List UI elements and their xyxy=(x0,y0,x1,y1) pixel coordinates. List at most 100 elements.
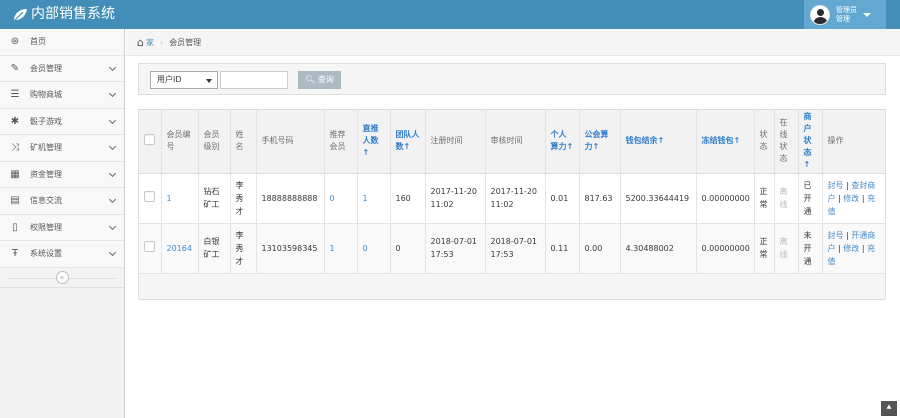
column-header: 姓名 xyxy=(230,110,257,174)
account-status: 正常 xyxy=(754,173,775,224)
home-icon[interactable]: ⌂ xyxy=(137,36,144,49)
search-panel: 用户ID 🔍︎ 查询 xyxy=(138,63,886,95)
search-icon: 🔍︎ xyxy=(305,75,316,84)
column-header: 状态 xyxy=(754,110,775,174)
column-header[interactable]: 钱包结余↑ xyxy=(620,110,697,174)
table-header-row: 会员编号 会员级别 姓名 手机号码 推荐会员 直推人数↑ 团队人数↑ 注册时间 审核时间 个人算力… xyxy=(139,110,885,174)
team-count: 0 xyxy=(390,223,426,274)
calendar-icon: ▦ xyxy=(10,168,20,180)
search-input[interactable] xyxy=(220,71,288,89)
phone-number: 13103598345 xyxy=(256,223,325,274)
wallet-balance: 5200.33644419 xyxy=(620,173,697,224)
asterisk-icon: ✱ xyxy=(10,115,20,127)
sidebar-item-label: 资金管理 xyxy=(30,169,62,179)
register-time: 2018-07-01 17:53 xyxy=(425,223,486,274)
row-actions: 封号 | 开通商户 | 修改 | 充值 xyxy=(822,223,885,274)
user-info: 管理员 管理 xyxy=(836,6,857,24)
search-field-select[interactable]: 用户ID xyxy=(150,71,218,89)
sidebar-item[interactable]: ☰ 购物商城 xyxy=(0,82,124,109)
user-menu[interactable]: 管理员 管理 xyxy=(804,0,886,29)
breadcrumb-current: 会员管理 xyxy=(169,37,202,47)
phone-number: 18888888888 xyxy=(256,173,325,224)
scroll-top-button[interactable]: ⯅ xyxy=(881,401,897,416)
direct-count[interactable]: 0 xyxy=(357,223,391,274)
sidebar-item[interactable]: Ŧ 系统设置 xyxy=(0,241,124,268)
edit-link[interactable]: 修改 xyxy=(843,194,859,203)
ban-link[interactable]: 封号 xyxy=(828,181,844,190)
row-checkbox[interactable] xyxy=(144,240,155,252)
column-header[interactable]: 冻结钱包↑ xyxy=(696,110,755,174)
sidebar-nav: ⊛ 首页 ✎ 会员管理 ☰ 购物商城 ✱ 骰子游戏 ⤨ 矿机管理 ▦ 资金管理 ▤ 信息交流 ▯ 权限管理 Ŧ 系… xyxy=(0,29,124,268)
text-width-icon: Ŧ xyxy=(11,248,19,260)
select-all-header xyxy=(139,110,162,174)
column-header: 会员编号 xyxy=(161,110,199,174)
merchant-status: 未开通 xyxy=(798,223,823,274)
sidebar-item-label: 矿机管理 xyxy=(30,143,62,153)
select-all-checkbox[interactable] xyxy=(144,133,155,145)
chevron-down-icon xyxy=(108,169,117,177)
search-button-label: 查询 xyxy=(317,75,334,84)
chevron-down-icon xyxy=(108,63,117,71)
row-checkbox[interactable] xyxy=(144,190,155,202)
breadcrumb: ⌂ 家 › 会员管理 xyxy=(126,29,900,56)
column-header: 操作 xyxy=(822,110,885,174)
sidebar-item-label: 购物商城 xyxy=(30,90,62,100)
frozen-wallet: 0.00000000 xyxy=(696,173,755,224)
sidebar-item-label: 系统设置 xyxy=(30,249,62,259)
row-select-cell xyxy=(139,223,162,274)
column-header: 在线状态 xyxy=(774,110,799,174)
member-level: 白银矿工 xyxy=(198,223,231,274)
breadcrumb-home[interactable]: 家 xyxy=(146,37,154,48)
guild-power: 0.00 xyxy=(579,223,621,274)
user-role: 管理员 xyxy=(836,5,857,14)
guild-power: 817.63 xyxy=(579,173,621,224)
review-time: 2018-07-01 17:53 xyxy=(485,223,546,274)
brand[interactable]: 内部销售系统 xyxy=(12,5,115,24)
row-select-cell xyxy=(139,173,162,224)
ban-link[interactable]: 封号 xyxy=(828,231,844,240)
sidebar-item-label: 会员管理 xyxy=(30,63,62,73)
chevron-down-icon xyxy=(108,116,117,124)
sidebar-item[interactable]: ✎ 会员管理 xyxy=(0,55,124,82)
column-header[interactable]: 商户状态↑ xyxy=(798,110,823,174)
file-icon: ▯ xyxy=(12,221,18,233)
column-header[interactable]: 公会算力↑ xyxy=(579,110,621,174)
random-icon: ⤨ xyxy=(11,142,19,154)
brand-title: 内部销售系统 xyxy=(31,6,115,22)
merchant-status: 已开通 xyxy=(798,173,823,224)
sidebar-item[interactable]: ✱ 骰子游戏 xyxy=(0,108,124,135)
member-id[interactable]: 20164 xyxy=(161,223,199,274)
personal-power: 0.01 xyxy=(545,173,580,224)
collapse-icon[interactable]: « xyxy=(55,270,69,284)
online-status: 离线 xyxy=(774,223,799,274)
sidebar-item[interactable]: ⊛ 首页 xyxy=(0,29,124,56)
column-header: 审核时间 xyxy=(485,110,546,174)
column-header[interactable]: 直推人数↑ xyxy=(357,110,391,174)
sidebar-item[interactable]: ▯ 权限管理 xyxy=(0,214,124,241)
sidebar-item[interactable]: ▤ 信息交流 xyxy=(0,188,124,215)
direct-count[interactable]: 1 xyxy=(357,173,391,224)
leaf-icon xyxy=(13,8,27,21)
table-body: 1 钻石矿工 李秀才 18888888888 0 1 160 2017-11-20 11:02… xyxy=(139,173,885,274)
column-header[interactable]: 个人算力↑ xyxy=(545,110,580,174)
sidebar-item-label: 信息交流 xyxy=(30,196,62,206)
referrer-id[interactable]: 1 xyxy=(324,223,358,274)
sidebar-item-label: 骰子游戏 xyxy=(30,116,62,126)
member-id[interactable]: 1 xyxy=(161,173,199,224)
column-header: 注册时间 xyxy=(425,110,486,174)
sidebar-item[interactable]: ⤨ 矿机管理 xyxy=(0,135,124,162)
action-separator: | xyxy=(859,243,868,253)
list-alt-icon: ▤ xyxy=(10,195,20,207)
select-value: 用户ID xyxy=(157,75,182,84)
referrer-id[interactable]: 0 xyxy=(324,173,358,224)
search-button[interactable]: 🔍︎ 查询 xyxy=(298,71,341,89)
column-header: 手机号码 xyxy=(256,110,325,174)
edit-link[interactable]: 修改 xyxy=(843,244,859,253)
team-count: 160 xyxy=(390,173,426,224)
action-separator: | xyxy=(859,193,868,203)
sidebar-item-label: 权限管理 xyxy=(30,222,62,232)
sidebar-item[interactable]: ▦ 资金管理 xyxy=(0,161,124,188)
table-row: 1 钻石矿工 李秀才 18888888888 0 1 160 2017-11-20 11:02… xyxy=(139,173,885,224)
column-header[interactable]: 团队人数↑ xyxy=(390,110,426,174)
list-icon: ☰ xyxy=(10,89,20,101)
